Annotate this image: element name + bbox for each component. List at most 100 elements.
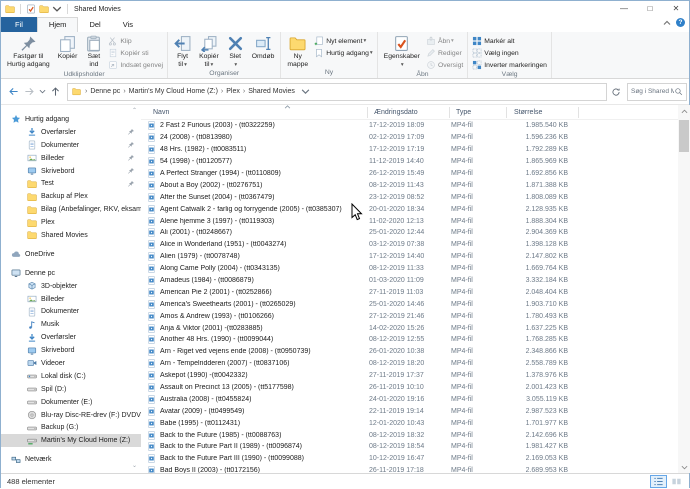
ribbon-button-mark-r-alt[interactable]: Markér alt [472,35,547,47]
sidebar-item-billeder[interactable]: Billeder [1,293,141,306]
qat-new-folder-icon[interactable] [39,4,49,14]
ribbon-button-klip[interactable]: Klip [108,35,163,47]
qat-properties-icon[interactable] [26,4,36,14]
details-view-button[interactable] [650,475,667,488]
breadcrumb-item-shared-movies[interactable]: Shared Movies [246,88,297,95]
ribbon-button-sæt-ind[interactable]: Sæt ind [81,34,106,69]
file-row[interactable]: Anja & Viktor (2001) -(tt0283885) 14-02-2… [141,322,678,334]
ribbon-button-oversigt[interactable]: Oversigt [426,59,463,71]
breadcrumb-item-denne-pc[interactable]: Denne pc [88,88,122,95]
back-icon[interactable] [8,86,19,97]
sidebar-item-netværk[interactable]: Netværk [1,453,141,466]
ribbon-button-rediger[interactable]: Rediger [426,47,463,59]
ribbon-button-ny-mappe[interactable]: Ny mappe [283,34,312,69]
help-icon[interactable]: ? [676,18,685,27]
sidebar-item-dokumenter[interactable]: Dokumenter [1,139,141,152]
sidebar-item-videoer[interactable]: Videoer [1,357,141,370]
scroll-up-icon[interactable] [678,105,690,117]
breadcrumb-item-martin-s-my-cloud-home-z[interactable]: Martin's My Cloud Home (Z:) [127,88,220,95]
close-button[interactable]: ✕ [663,1,689,16]
ribbon-button-indsæt-genvej[interactable]: Indsæt genvej [108,59,163,71]
file-row[interactable]: Bad Boys II (2003) - (tt0172156) 26-11-20… [141,465,678,473]
ribbon-button-hurtig-adgang[interactable]: Hurtig adgang ▾ [314,47,373,59]
sidebar-item-plex[interactable]: Plex [1,216,141,229]
ribbon-button-slet[interactable]: Slet ▾ [223,34,248,70]
sidebar-item-hurtig-adgang[interactable]: Hurtig adgang [1,113,141,126]
sidebar-item-overførsler[interactable]: Overførsler [1,331,141,344]
file-row[interactable]: Arn - Riget ved vejens ende (2008) - (tt… [141,346,678,358]
file-row[interactable]: Amadeus (1984) - (tt0086879) 01-03-2020 1… [141,275,678,287]
sidebar-item-bilag-anbefalinger-rkv-eksame[interactable]: Bilag (Anbefalinger, RKV, eksame [1,203,141,216]
ribbon-button-kopi-r[interactable]: Kopiér [54,34,82,62]
file-row[interactable]: 24 (2008) - (tt0813980) 02-12-2019 17:09 M… [141,132,678,144]
file-row[interactable]: Amos & Andrew (1993) - (tt0106266) 27-12-… [141,310,678,322]
sidebar-item-backup-af-plex[interactable]: Backup af Plex [1,190,141,203]
file-row[interactable]: 2 Fast 2 Furious (2003) - (tt0322259) 17-… [141,120,678,132]
ribbon-button-flyt-til[interactable]: Flyt til▾ [170,34,195,70]
ribbon-button-kopi-r-sti[interactable]: Kopiér sti [108,47,163,59]
minimize-button[interactable]: — [611,1,637,16]
collapse-ribbon-chevron-icon[interactable] [663,19,671,27]
file-row[interactable]: Alene hjemme 3 (1997) - (tt0119303) 11-02… [141,215,678,227]
tab-hjem[interactable]: Hjem [36,17,79,32]
ribbon-button-omdøb[interactable]: Omdøb [248,34,279,62]
search-input[interactable] [628,88,674,95]
file-row[interactable]: Agent Catwalk 2 - farlig og forrygende (… [141,203,678,215]
sidebar-item-blu-ray-disc-re-drev-f-dvdvol[interactable]: Blu-ray Disc-RE-drev (F:) DVDVol [1,409,141,422]
file-row[interactable]: Avatar (2009) - (tt0499549) 22-11-2019 19… [141,405,678,417]
forward-icon[interactable] [24,86,35,97]
breadcrumb-item-plex[interactable]: Plex [224,88,242,95]
sidebar-item-denne-pc[interactable]: Denne pc [1,267,141,280]
column-header-modified[interactable]: Ændringsdato [368,107,450,118]
file-row[interactable]: Arn - Tempelridderen (2007) - (tt0837106… [141,358,678,370]
list-scrollbar[interactable] [678,105,690,473]
up-icon[interactable] [50,86,61,97]
file-row[interactable]: America's Sweethearts (2001) - (tt026502… [141,298,678,310]
ribbon-button-åbn[interactable]: Åbn ▾ [426,35,463,47]
sidebar-item-billeder[interactable]: Billeder [1,152,141,165]
ribbon-button-vælg-ingen[interactable]: Vælg ingen [472,47,547,59]
thumbnails-view-button[interactable] [668,475,685,488]
scroll-down-icon[interactable] [678,461,690,473]
sidebar-item-shared-movies[interactable]: Shared Movies [1,229,141,242]
ribbon-button-kopi-r-til[interactable]: Kopiér til▾ [195,34,223,70]
column-header-name[interactable]: Navn [141,105,368,118]
ribbon-button-nyt-element[interactable]: Nyt element ▾ [314,35,372,47]
sidebar-scroll-up-icon[interactable]: ⌃ [130,107,139,116]
file-row[interactable]: A Perfect Stranger (1994) - (tt0110809) 2… [141,168,678,180]
file-row[interactable]: 48 Hrs. (1982) - (tt0083511) 17-12-2019 1… [141,144,678,156]
sidebar-item-lokal-disk-c[interactable]: Lokal disk (C:) [1,370,141,383]
address-dropdown-chevron-icon[interactable] [301,87,310,96]
ribbon-button-inverter-markeringen[interactable]: Inverter markeringen [472,59,547,71]
file-row[interactable]: Ali (2001) - (tt0248667) 25-01-2020 12:44… [141,227,678,239]
file-row[interactable]: Assault on Precinct 13 (2005) - (tt51775… [141,382,678,394]
file-row[interactable]: American Pie 2 (2001) - (tt0252866) 27-11… [141,286,678,298]
tab-fil[interactable]: Fil [1,17,37,32]
file-row[interactable]: Back to the Future Part III (1990) - (tt… [141,453,678,465]
sidebar-item-spil-d[interactable]: Spil (D:) [1,383,141,396]
file-row[interactable]: Alice in Wonderland (1951) - (tt0043274)… [141,239,678,251]
sidebar-item-skrivebord[interactable]: Skrivebord [1,165,141,178]
sidebar-item-overførsler[interactable]: Overførsler [1,126,141,139]
sidebar-item-backup-g[interactable]: Backup (G:) [1,421,141,434]
file-row[interactable]: Babe (1995) - (tt0112431) 12-01-2020 10:4… [141,417,678,429]
file-row[interactable]: Askepot (1990) -(tt0042332) 27-11-2019 17… [141,370,678,382]
file-row[interactable]: After the Sunset (2004) - (tt0367479) 23-… [141,191,678,203]
ribbon-button-egenskaber[interactable]: Egenskaber ▾ [380,34,424,70]
scrollbar-thumb[interactable] [679,120,689,152]
tab-vis[interactable]: Vis [112,17,144,32]
sidebar-item-onedrive[interactable]: OneDrive [1,248,141,261]
sidebar-scroll-down-icon[interactable]: ⌄ [130,462,139,471]
qat-customize-chevron-icon[interactable] [52,4,62,14]
file-row[interactable]: Australia (2008) - (tt0455824) 24-01-2020… [141,393,678,405]
sidebar-item-dokumenter[interactable]: Dokumenter [1,305,141,318]
column-header-type[interactable]: Type [450,107,507,118]
column-header-size[interactable]: Størrelse [507,107,579,118]
sidebar-item-musik[interactable]: Musik [1,318,141,331]
ribbon-button-fastgør-til-hurtig-adgang[interactable]: Fastgør til Hurtig adgang [3,34,54,69]
file-row[interactable]: Back to the Future (1985) - (tt0088763) 0… [141,429,678,441]
file-row[interactable]: Along Came Polly (2004) - (tt0343135) 08-… [141,263,678,275]
history-chevron-icon[interactable] [39,88,46,95]
file-row[interactable]: Back to the Future Part II (1989) - (tt0… [141,441,678,453]
file-row[interactable]: Another 48 Hrs. (1990) - (tt0099044) 08-1… [141,334,678,346]
